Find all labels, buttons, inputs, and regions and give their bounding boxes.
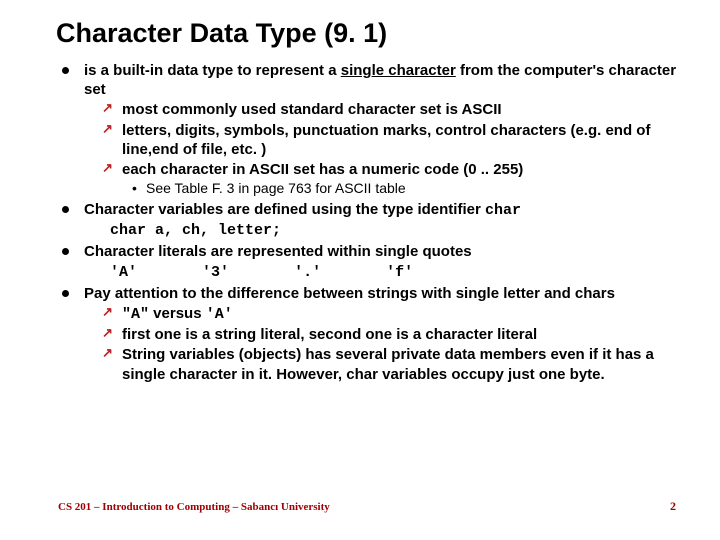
bullet-list: is a built-in data type to represent a s… — [58, 61, 684, 384]
literal: 'f' — [386, 263, 413, 282]
bullet-2: Character variables are defined using th… — [58, 200, 684, 240]
text: Character literals are represented withi… — [84, 243, 472, 260]
literal: "A" — [122, 306, 149, 323]
inline-code: char — [485, 202, 521, 219]
slide-title: Character Data Type (9. 1) — [56, 18, 684, 49]
sub-list: most commonly used standard character se… — [84, 100, 684, 179]
subsub-list: See Table F. 3 in page 763 for ASCII tab… — [84, 180, 684, 198]
footer: CS 201 – Introduction to Computing – Sab… — [58, 499, 684, 514]
text: Character variables are defined using th… — [84, 201, 485, 218]
sub-item: "A" versus 'A' — [102, 304, 684, 324]
page-number: 2 — [670, 499, 676, 514]
footer-text: CS 201 – Introduction to Computing – Sab… — [58, 501, 330, 513]
code-line: char a, ch, letter; — [84, 221, 684, 240]
slide-content: is a built-in data type to represent a s… — [58, 61, 684, 384]
text: versus — [149, 305, 206, 322]
bullet-3: Character literals are represented withi… — [58, 242, 684, 281]
sub-list: "A" versus 'A' first one is a string lit… — [84, 304, 684, 384]
sub-item: each character in ASCII set has a numeri… — [102, 160, 684, 179]
literal: '3' — [202, 263, 229, 282]
literal: 'A' — [110, 263, 137, 282]
sub-item: first one is a string literal, second on… — [102, 325, 684, 344]
subsub-item: See Table F. 3 in page 763 for ASCII tab… — [132, 180, 684, 198]
text: Pay attention to the difference between … — [84, 285, 615, 302]
sub-item: String variables (objects) has several p… — [102, 345, 684, 383]
literal: 'A' — [206, 306, 233, 323]
text-underline: single character — [341, 62, 456, 79]
text: is a built-in data type to represent a — [84, 62, 341, 79]
literal-row: 'A' '3' '.' 'f' — [84, 263, 684, 282]
bullet-4: Pay attention to the difference between … — [58, 284, 684, 384]
sub-item: most commonly used standard character se… — [102, 100, 684, 119]
literal: '.' — [294, 263, 321, 282]
sub-item: letters, digits, symbols, punctuation ma… — [102, 121, 684, 159]
slide: Character Data Type (9. 1) is a built-in… — [0, 0, 720, 540]
bullet-1: is a built-in data type to represent a s… — [58, 61, 684, 198]
